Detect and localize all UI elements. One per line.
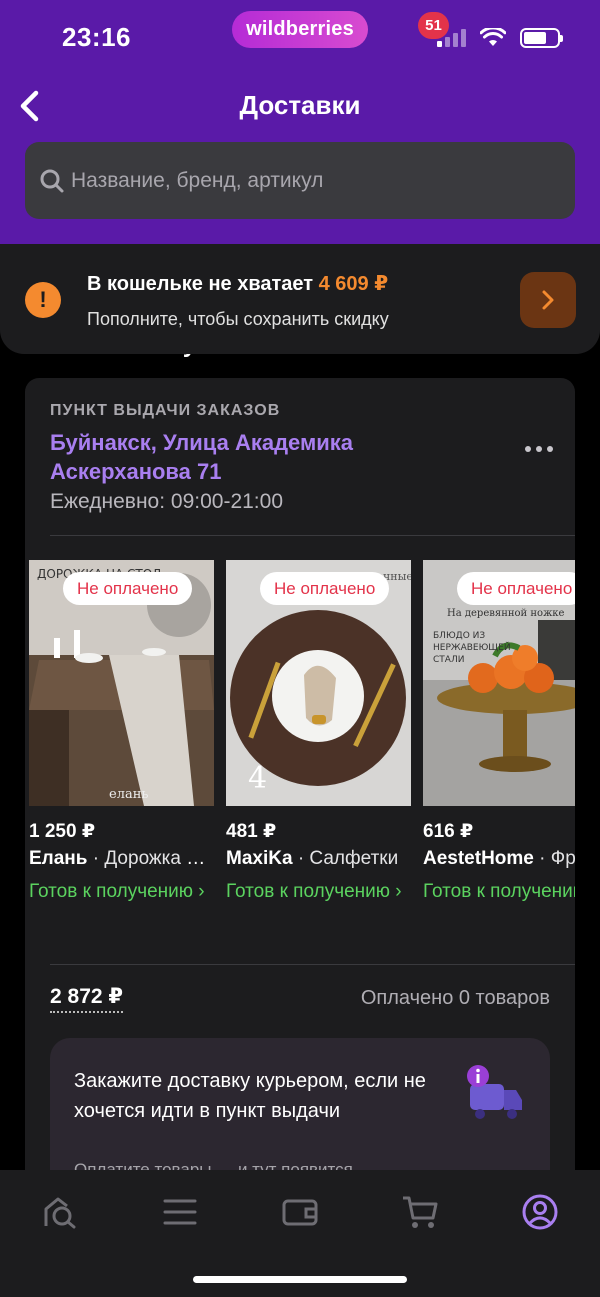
product-status-link[interactable]: Готов к получению › [29,880,209,904]
wallet-subtitle: Пополните, чтобы сохранить скидку [87,309,389,329]
cart-icon [403,1196,438,1228]
wallet-banner[interactable] [0,244,600,354]
product-image-fruit-bowl: БЛЮДО ИЗ НЕРЖАВЕЮЩЕЙ СТАЛИ На деревянной… [423,560,575,806]
wifi-icon [480,28,506,46]
wallet-title: В кошельке не хватает 4 609 ₽ [87,271,388,296]
tab-home[interactable] [30,1190,90,1234]
product-name: MaxiKa · Салфетки [226,848,411,870]
profile-icon [522,1194,558,1230]
dot-icon [547,446,553,452]
product-title: · Салфетки [297,848,399,869]
product-price: 616 ₽ [423,821,474,842]
unpaid-badge: Не оплачено [260,572,390,605]
page-title: Доставки [239,90,361,120]
svg-text:СТАЛИ: СТАЛИ [433,655,464,665]
product-name: Елань · Дорожка на стол [29,848,214,870]
status-icons [437,28,563,48]
app-header: 23:16 wildberries Доставки [0,0,600,244]
pickup-label: ПУНКТ ВЫДАЧИ ЗАКАЗОВ [50,402,281,419]
wallet-icon [282,1199,318,1226]
product-price: 481 ₽ [226,821,277,842]
pickup-address[interactable]: Буйнакск, Улица Академика Аскерханова 71 [50,428,450,486]
product-title: · Дорожка на стол [92,848,214,869]
tab-cart[interactable] [390,1190,450,1234]
order-total[interactable]: 2 872 ₽ [50,984,123,1013]
search-input[interactable] [71,168,551,193]
svg-text:На деревянной ножке: На деревянной ножке [447,608,565,619]
wallet-topup-button[interactable] [520,272,576,328]
battery-icon [520,28,563,48]
unpaid-badge: Не оплачено [457,572,575,605]
svg-text:4: 4 [248,761,267,796]
chevron-right-icon [542,290,554,310]
svg-text:елань: елань [109,787,148,802]
product-brand: MaxiKa [226,848,293,869]
tab-wallet[interactable] [270,1190,330,1234]
tab-catalog[interactable] [150,1190,210,1234]
warning-icon: ! [25,282,61,318]
courier-truck-icon [467,1065,522,1119]
brand-logo: wildberries [232,11,368,48]
pickup-hours: Ежедневно: 09:00-21:00 [50,490,283,513]
catalog-icon [163,1199,197,1225]
divider [50,535,575,536]
svg-text:НЕРЖАВЕЮЩЕЙ: НЕРЖАВЕЮЩЕЙ [433,641,511,653]
dot-icon [536,446,542,452]
paid-count: Оплачено 0 товаров [360,987,550,1009]
product-brand: Елань [29,848,88,869]
product-image-placemat: 4 Сервировочные Не оплачено [226,560,411,806]
svg-text:БЛЮДО ИЗ: БЛЮДО ИЗ [433,631,485,641]
promo-text: Закажите доставку курьером, если не хоче… [74,1070,426,1122]
status-time: 23:16 [62,22,131,52]
product-status-link[interactable]: Готов к получению › [423,880,575,904]
product-brand: AestetHome [423,848,534,869]
more-options-button[interactable] [525,446,553,452]
product-image-tablerunner: ДОРОЖКА НА СТОЛ елань Не оплачено [29,560,214,806]
home-indicator [193,1276,407,1283]
wallet-amount: 4 609 ₽ [318,273,389,295]
search-icon [37,166,67,196]
wallet-title-text: В кошельке не хватает [87,273,314,295]
cart-count-badge: 51 [418,12,449,39]
dot-icon [525,446,531,452]
tab-profile[interactable] [510,1190,570,1234]
product-list: ДОРОЖКА НА СТОЛ елань Не оплачено 1 250 … [29,560,575,940]
divider [50,964,575,965]
product-status-link[interactable]: Готов к получению › [226,880,406,904]
product-title: · Фруктовница [539,848,575,869]
product-price: 1 250 ₽ [29,821,96,842]
home-icon [44,1197,76,1229]
pickup-card: ПУНКТ ВЫДАЧИ ЗАКАЗОВ Буйнакск, Улица Ака… [25,378,575,1278]
search-bar[interactable] [25,142,575,219]
unpaid-badge: Не оплачено [63,572,193,605]
product-name: AestetHome · Фруктовница [423,848,575,870]
